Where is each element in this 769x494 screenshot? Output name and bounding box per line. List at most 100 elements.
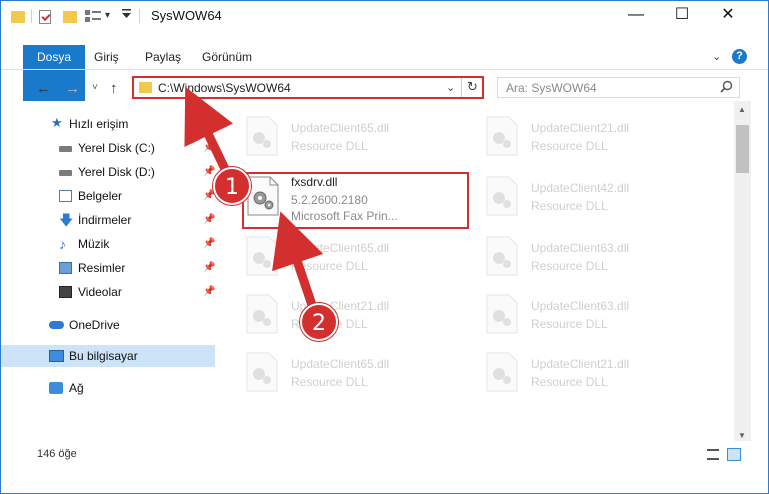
vertical-scrollbar[interactable]: ▲ ▼ <box>734 101 751 441</box>
drive-icon <box>59 170 72 176</box>
search-icon[interactable] <box>720 80 733 96</box>
sidebar-item-documents[interactable]: Belgeler 📌 <box>1 185 215 207</box>
file-name[interactable]: fxsdrv.dll <box>291 175 337 189</box>
music-icon: ♪ <box>59 236 66 252</box>
tab-view[interactable]: Görünüm <box>202 45 252 69</box>
drive-icon <box>59 146 72 152</box>
item-count: 146 öğe <box>37 448 77 460</box>
pin-icon[interactable]: 📌 <box>203 257 215 279</box>
navigation-pane: ★ Hızlı erişim Yerel Disk (C:) 📌 Yerel D… <box>1 109 219 439</box>
refresh-icon[interactable]: ↻ <box>467 79 478 95</box>
address-separator <box>461 78 462 97</box>
expand-ribbon-icon[interactable]: ⌄ <box>712 50 721 63</box>
star-icon: ★ <box>51 115 63 130</box>
address-dropdown-icon[interactable]: ⌄ <box>446 81 455 94</box>
large-icons-view-icon[interactable] <box>727 448 741 461</box>
tab-share[interactable]: Paylaş <box>145 45 181 69</box>
file-item[interactable]: UpdateClient63.dll Resource DLL <box>469 285 699 341</box>
sidebar-item-label: Ağ <box>69 381 84 395</box>
file-item[interactable]: UpdateClient42.dll Resource DLL <box>469 167 699 223</box>
details-view-icon[interactable] <box>707 449 719 460</box>
file-description: Resource DLL <box>291 375 368 389</box>
sidebar-item-onedrive[interactable]: OneDrive <box>1 314 215 336</box>
address-bar[interactable]: C:\Windows\SysWOW64 ⌄ ↻ <box>132 76 484 99</box>
sidebar-item-music[interactable]: ♪ Müzik 📌 <box>1 233 215 255</box>
file-item[interactable]: UpdateClient65.dll Resource DLL <box>229 227 459 283</box>
sidebar-item-network[interactable]: Ağ <box>1 377 215 399</box>
pin-icon[interactable]: 📌 <box>203 209 215 231</box>
file-name: UpdateClient63.dll <box>531 241 630 255</box>
dll-file-icon <box>486 236 518 276</box>
scrollbar-thumb[interactable] <box>736 125 749 173</box>
computer-icon <box>49 350 64 362</box>
dll-file-icon <box>247 176 279 216</box>
step-2-badge: 2 <box>300 303 338 341</box>
sidebar-item-label: OneDrive <box>69 318 120 332</box>
maximize-button[interactable]: ☐ <box>659 1 705 31</box>
sidebar-item-quick-access[interactable]: ★ Hızlı erişim <box>1 113 215 135</box>
recent-locations-button[interactable]: ˅ <box>92 82 98 93</box>
back-button[interactable]: ← <box>36 80 51 97</box>
pin-icon[interactable]: 📌 <box>203 281 215 303</box>
status-bar: 146 öğe <box>1 447 768 471</box>
customize-toolbar-icon[interactable] <box>122 9 131 25</box>
ribbon-divider <box>1 69 768 70</box>
scroll-down-icon[interactable]: ▼ <box>738 431 746 440</box>
file-name: UpdateClient65.dll <box>291 121 390 135</box>
file-name: UpdateClient21.dll <box>531 357 630 371</box>
search-placeholder: Ara: SysWOW64 <box>506 81 597 95</box>
pin-icon[interactable]: 📌 <box>203 233 215 255</box>
forward-button[interactable]: → <box>65 80 80 97</box>
search-input[interactable]: Ara: SysWOW64 <box>497 77 740 98</box>
sidebar-item-disk-c[interactable]: Yerel Disk (C:) 📌 <box>1 137 215 159</box>
file-description: Resource DLL <box>291 139 368 153</box>
sidebar-item-label: Müzik <box>78 237 110 251</box>
close-button[interactable]: ✕ <box>705 1 751 31</box>
toolbar-separator <box>139 9 140 23</box>
file-list: UpdateClient65.dll Resource DLL UpdateCl… <box>229 101 734 441</box>
title-bar: ▾ SysWOW64 — ☐ ✕ <box>1 1 768 31</box>
pin-icon[interactable]: 📌 <box>203 137 215 159</box>
dll-file-icon <box>246 236 278 276</box>
minimize-button[interactable]: — <box>613 1 659 31</box>
properties-icon[interactable] <box>39 10 51 24</box>
file-name: UpdateClient21.dll <box>531 121 630 135</box>
help-icon[interactable]: ? <box>732 49 747 64</box>
up-button[interactable]: ↑ <box>110 80 118 97</box>
new-folder-icon[interactable] <box>63 11 77 23</box>
dll-file-icon <box>486 294 518 334</box>
file-item[interactable]: UpdateClient63.dll Resource DLL <box>469 227 699 283</box>
sidebar-item-label: İndirmeler <box>78 213 132 227</box>
sidebar-item-label: Hızlı erişim <box>69 117 129 131</box>
file-item[interactable]: UpdateClient21.dll Resource DLL <box>229 285 459 341</box>
sidebar-item-label: Resimler <box>78 261 126 275</box>
sidebar-item-pictures[interactable]: Resimler 📌 <box>1 257 215 279</box>
sidebar-item-videos[interactable]: Videolar 📌 <box>1 281 215 303</box>
file-item[interactable]: UpdateClient65.dll Resource DLL <box>229 343 459 399</box>
dll-file-icon <box>486 176 518 216</box>
chevron-down-icon[interactable]: ▾ <box>105 10 110 26</box>
file-item[interactable]: UpdateClient65.dll Resource DLL <box>229 107 459 163</box>
folder-icon <box>139 82 152 93</box>
file-version: 5.2.2600.2180 <box>291 193 368 207</box>
file-item[interactable]: UpdateClient21.dll Resource DLL <box>469 343 699 399</box>
sidebar-item-this-pc[interactable]: Bu bilgisayar <box>1 345 215 367</box>
toolbar-separator <box>31 9 32 23</box>
videos-icon <box>59 286 72 298</box>
file-name: UpdateClient65.dll <box>291 357 390 371</box>
address-path[interactable]: C:\Windows\SysWOW64 <box>158 81 291 95</box>
file-description: Microsoft Fax Prin... <box>291 209 398 223</box>
sidebar-item-downloads[interactable]: 🡇 İndirmeler 📌 <box>1 209 215 231</box>
file-description: Resource DLL <box>531 139 608 153</box>
file-description: Resource DLL <box>531 199 608 213</box>
dll-file-icon <box>246 294 278 334</box>
download-icon: 🡇 <box>59 212 74 228</box>
step-1-badge: 1 <box>213 167 251 205</box>
file-item[interactable]: UpdateClient21.dll Resource DLL <box>469 107 699 163</box>
sidebar-item-disk-d[interactable]: Yerel Disk (D:) 📌 <box>1 161 215 183</box>
file-description: Resource DLL <box>531 259 608 273</box>
tab-home[interactable]: Giriş <box>94 45 119 69</box>
scroll-up-icon[interactable]: ▲ <box>738 105 746 114</box>
window-title: SysWOW64 <box>151 8 222 23</box>
view-icon[interactable] <box>85 10 101 23</box>
